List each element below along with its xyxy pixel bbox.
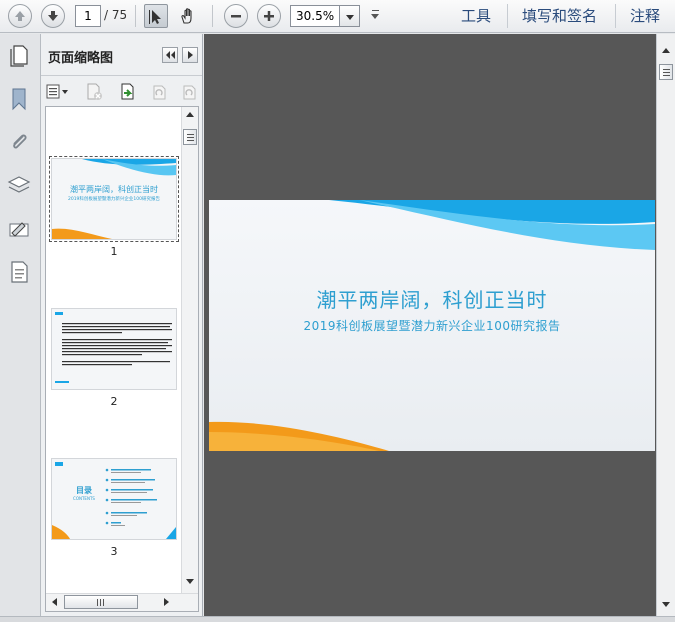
- scroll-up-arrow[interactable]: [662, 48, 670, 53]
- document-viewport[interactable]: 潮平两岸阔，科创正当时 2019科创板展望暨潜力新兴企业100研究报告: [204, 34, 656, 616]
- next-page-button[interactable]: [41, 4, 65, 28]
- double-chevron-left-icon: [166, 51, 175, 59]
- toolbar-more-menu[interactable]: [370, 9, 382, 23]
- comment-menu[interactable]: 注释: [630, 6, 660, 26]
- bookmark-icon[interactable]: [6, 86, 32, 112]
- thumbnail-number: 3: [110, 545, 118, 558]
- thumbnail-toc-title: 目录: [76, 486, 92, 495]
- scroll-down-arrow[interactable]: [186, 579, 194, 584]
- hand-icon: [181, 8, 192, 24]
- menu-divider: [507, 4, 508, 28]
- zoom-dropdown-button[interactable]: [340, 5, 360, 27]
- scroll-right-arrow[interactable]: [164, 598, 169, 606]
- previous-page-button[interactable]: [8, 4, 32, 28]
- arrow-down-icon: [48, 11, 58, 21]
- document-vertical-scrollbar[interactable]: [656, 34, 675, 616]
- tools-menu[interactable]: 工具: [461, 6, 491, 26]
- rotate-right-button[interactable]: [179, 82, 199, 102]
- collapse-panel-button[interactable]: [162, 47, 178, 63]
- main-toolbar: 1 / 75 30.5% 工具 填写和签名 注释: [0, 0, 675, 33]
- toolbar-divider: [135, 5, 136, 27]
- cursor-icon: [149, 10, 161, 24]
- panel-title: 页面缩略图: [48, 51, 114, 66]
- bottom-edge: [0, 616, 675, 622]
- thumbnail-horizontal-scrollbar[interactable]: [46, 593, 198, 611]
- fill-sign-menu[interactable]: 填写和签名: [522, 6, 597, 26]
- thumbnail-number: 2: [110, 395, 118, 408]
- scroll-left-arrow[interactable]: [52, 598, 57, 606]
- layers-icon[interactable]: [6, 172, 32, 198]
- plus-icon: [264, 11, 274, 21]
- document-page: 潮平两岸阔，科创正当时 2019科创板展望暨潜力新兴企业100研究报告: [209, 200, 655, 451]
- thumbnail-vertical-scrollbar[interactable]: [181, 107, 198, 593]
- thumbnail-panel: 页面缩略图 潮平两岸阔，科创正当时 2019科创板展望暨潜力新兴企业100研究报…: [41, 34, 203, 616]
- thumbnail-number: 1: [110, 245, 118, 258]
- scroll-thumb[interactable]: [183, 129, 197, 145]
- hand-tool-button[interactable]: [176, 4, 200, 28]
- document-subtitle: 2019科创板展望暨潜力新兴企业100研究报告: [303, 319, 561, 333]
- text-page-preview: [55, 312, 172, 383]
- signature-icon[interactable]: [6, 216, 32, 242]
- zoom-in-button[interactable]: [257, 4, 281, 28]
- insert-page-icon: [121, 83, 134, 100]
- rotate-left-button[interactable]: [149, 82, 169, 102]
- delete-page-button[interactable]: [85, 82, 105, 102]
- horizontal-scroll-thumb[interactable]: [64, 595, 138, 609]
- minus-icon: [231, 15, 241, 18]
- navigation-rail: [0, 34, 41, 616]
- scroll-up-arrow[interactable]: [186, 112, 194, 117]
- thumbnail-list[interactable]: 潮平两岸阔，科创正当时 2019科创板展望暨潜力新兴企业100研究报告 1 2: [45, 106, 199, 612]
- rotate-right-icon: [183, 85, 196, 100]
- thumbnail-subtitle: 2019科创板展望暨潜力新兴企业100研究报告: [67, 197, 161, 202]
- thumbnail-page-2[interactable]: [52, 309, 176, 389]
- page-number-input[interactable]: 1: [75, 5, 101, 27]
- insert-page-button[interactable]: [118, 82, 138, 102]
- zoom-out-button[interactable]: [224, 4, 248, 28]
- thumbnail-page-1[interactable]: 潮平两岸阔，科创正当时 2019科创板展望暨潜力新兴企业100研究报告: [49, 156, 179, 242]
- document-scroll-thumb[interactable]: [659, 64, 673, 80]
- page-thumbnails-icon[interactable]: [6, 42, 32, 68]
- toolbar-divider: [212, 5, 213, 27]
- options-menu-button[interactable]: [46, 82, 72, 102]
- page-total: / 75: [104, 8, 128, 22]
- scroll-down-arrow[interactable]: [662, 602, 670, 607]
- thumbnail-toc-subtitle: CONTENTS: [73, 496, 95, 501]
- thumbnail-page-3[interactable]: 目录 CONTENTS: [52, 459, 176, 539]
- list-options-icon: [46, 84, 68, 99]
- chevron-right-icon: [188, 51, 193, 59]
- document-title: 潮平两岸阔，科创正当时: [316, 288, 548, 312]
- arrow-up-icon: [15, 11, 25, 21]
- content-icon[interactable]: [6, 259, 32, 285]
- panel-header: 页面缩略图: [41, 34, 202, 76]
- menu-divider: [615, 4, 616, 28]
- delete-page-icon: [87, 83, 102, 100]
- select-tool-button[interactable]: [144, 4, 168, 28]
- panel-toolbar: [41, 76, 202, 106]
- attachment-icon[interactable]: [6, 129, 32, 155]
- expand-panel-button[interactable]: [182, 47, 198, 63]
- zoom-level-input[interactable]: 30.5%: [290, 5, 340, 27]
- thumbnail-title: 潮平两岸阔，科创正当时: [70, 185, 158, 194]
- rotate-left-icon: [153, 85, 166, 100]
